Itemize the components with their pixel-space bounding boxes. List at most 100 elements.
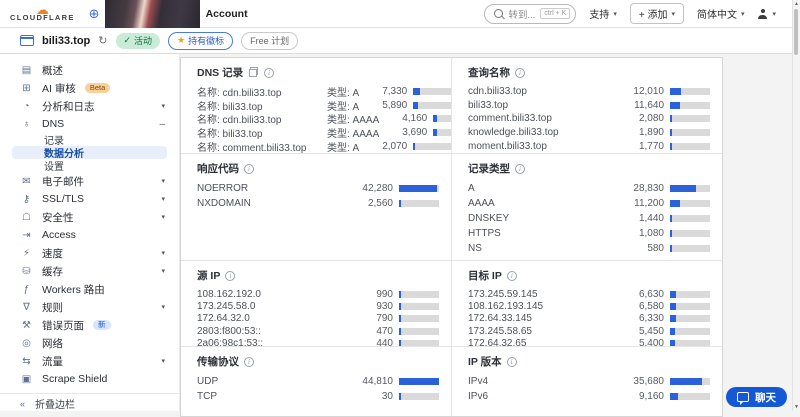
- browser-window-icon: [20, 35, 34, 46]
- plan-badge-label: Free 计划: [250, 36, 290, 46]
- metric-label: 108.162.192.0: [197, 288, 261, 300]
- metric-bar: [399, 200, 439, 207]
- info-icon[interactable]: i: [506, 270, 517, 281]
- sidebar-item-security[interactable]: ☖ 安全性 ▾: [0, 208, 179, 226]
- sidebar-item-dns[interactable]: ♁ DNS –: [0, 115, 179, 133]
- metric-bar-fill: [670, 290, 676, 298]
- metric-label: TCP: [197, 391, 217, 402]
- collapse-sidebar-button[interactable]: « 折叠边栏: [0, 393, 179, 411]
- sidebar-item-network[interactable]: ◎ 网络: [0, 334, 179, 352]
- metric-label: 172.64.33.145: [468, 313, 532, 325]
- sidebar-item-dns-analytics[interactable]: 数据分析: [12, 146, 167, 160]
- top-bar: ☁ CLOUDFLARE ⊕ Account 转到... ctrl + K 支持…: [0, 0, 800, 28]
- chevron-down-icon: ▾: [161, 103, 165, 110]
- sidebar-item-workers-routes[interactable]: ƒ Workers 路由: [0, 280, 179, 298]
- metric-bar-fill: [670, 215, 672, 222]
- metric-bar-fill: [670, 315, 676, 323]
- add-button[interactable]: + 添加 ▾: [629, 3, 684, 24]
- metric-value: 11,640: [634, 99, 664, 111]
- sidebar-item-email[interactable]: ✉ 电子邮件 ▾: [0, 172, 179, 190]
- metric-bar-fill: [413, 142, 416, 150]
- metric-value: 28,830: [633, 183, 664, 194]
- metric-row: 108.162.192.0 990: [197, 288, 439, 300]
- search-input[interactable]: 转到... ctrl + K: [484, 3, 577, 24]
- metric-label: 172.64.32.0: [197, 313, 250, 325]
- info-icon[interactable]: i: [515, 163, 525, 174]
- user-menu[interactable]: ▾: [757, 8, 776, 19]
- metric-value: 5,890: [382, 99, 408, 111]
- support-menu[interactable]: 支持 ▾: [589, 6, 617, 21]
- metric-bar: [670, 393, 710, 400]
- star-badge-label: 持有徽标: [188, 36, 225, 46]
- metric-bar-fill: [670, 245, 672, 252]
- sidebar-item-label: 速度: [42, 247, 63, 260]
- metric-bar-fill: [399, 315, 401, 323]
- sidebar-item-dns-records[interactable]: 记录: [0, 133, 179, 147]
- panel-title: IP 版本: [468, 356, 502, 368]
- metric-row: NXDOMAIN 2,560: [197, 196, 439, 211]
- metric-label: bili33.top: [468, 99, 509, 111]
- info-icon[interactable]: i: [225, 270, 236, 281]
- metric-value: 44,810: [362, 376, 393, 387]
- metric-bar: [399, 378, 439, 385]
- scrollbar-down-arrow[interactable]: ▼: [793, 404, 800, 410]
- sidebar-item-analytics-logs[interactable]: ◔ 分析和日志 ▾: [0, 97, 179, 115]
- chat-button[interactable]: 聊天: [726, 387, 787, 407]
- cloudflare-logo[interactable]: ☁ CLOUDFLARE: [10, 3, 75, 22]
- chevron-down-icon: ▾: [161, 178, 165, 185]
- ssl-icon: ⚷: [22, 193, 31, 205]
- sidebar-item-dns-settings[interactable]: 设置: [0, 159, 179, 173]
- sidebar-item-rules[interactable]: ∇ 规则 ▾: [0, 298, 179, 316]
- metric-label: comment.bili33.top: [468, 113, 552, 125]
- copy-icon[interactable]: [248, 67, 259, 78]
- dns-icon: ♁: [22, 118, 31, 130]
- error-pages-icon: ⚒: [22, 319, 31, 331]
- sidebar-item-traffic[interactable]: ⇆ 流量 ▾: [0, 352, 179, 370]
- search-placeholder: 转到...: [508, 9, 536, 21]
- info-icon[interactable]: i: [506, 356, 517, 367]
- panel-header: IP 版本 i: [468, 355, 710, 368]
- scrollbar-up-arrow[interactable]: ▲: [793, 1, 800, 7]
- sidebar-item-access[interactable]: ⇥ Access: [0, 226, 179, 244]
- sidebar-item-label: Access: [42, 229, 76, 241]
- zone-name[interactable]: bili33.top: [42, 35, 90, 47]
- info-icon[interactable]: i: [515, 67, 525, 78]
- page-scrollbar[interactable]: ▲ ▼: [792, 0, 800, 411]
- sidebar-item-error-pages[interactable]: ⚒ 错误页面新: [0, 316, 179, 334]
- metric-bar: [670, 185, 710, 192]
- sidebar-item-caching[interactable]: ⛁ 缓存 ▾: [0, 262, 179, 280]
- panel-transport-protocol: 传输协议 i UDP 44,810 TCP 30: [181, 346, 451, 416]
- metric-bar: [670, 88, 710, 96]
- sidebar-item-speed[interactable]: ⚡ 速度 ▾: [0, 244, 179, 262]
- metric-label: 2a06:98c1:53::: [197, 338, 264, 346]
- metric-row: 名称: bili33.top 类型: AAAA 3,690: [197, 126, 451, 140]
- metric-value: 6,330: [638, 313, 664, 325]
- metric-value: 6,580: [638, 301, 664, 313]
- metric-label: IPv4: [468, 376, 489, 387]
- metric-bar-fill: [670, 340, 675, 346]
- language-menu[interactable]: 简体中文 ▾: [697, 6, 745, 21]
- panel-title: 查询名称: [468, 67, 510, 79]
- panel-header: DNS 记录 i: [197, 66, 439, 79]
- sidebar-item-scrape-shield[interactable]: ▣ Scrape Shield: [0, 370, 179, 388]
- metric-value: 35,680: [633, 376, 664, 387]
- info-icon[interactable]: i: [264, 67, 275, 78]
- scrollbar-thumb[interactable]: [794, 9, 798, 55]
- info-icon[interactable]: i: [244, 163, 254, 174]
- sidebar-item-ai-audit[interactable]: ⊞ AI 审核 Beta: [0, 79, 179, 97]
- chevron-down-icon: ▾: [671, 10, 675, 18]
- metric-row: 173.245.59.145 6,630: [468, 288, 710, 300]
- sidebar-item-label: 设置: [44, 162, 64, 173]
- panel-destination-ip: 目标 IP i 173.245.59.145 6,630 108.162.193.145…: [451, 260, 722, 346]
- refresh-icon[interactable]: ↻: [98, 34, 107, 47]
- sidebar-item-ssl-tls[interactable]: ⚷ SSL/TLS ▾: [0, 190, 179, 208]
- panel-title: 源 IP: [197, 270, 221, 282]
- chevron-down-icon: ▾: [161, 358, 165, 365]
- info-icon[interactable]: i: [244, 356, 254, 367]
- overview-icon: ▤: [21, 64, 32, 76]
- metric-label: 173.245.58.65: [468, 325, 532, 337]
- metric-bar-fill: [399, 185, 437, 192]
- star-badge: ★ 持有徽标: [168, 31, 234, 50]
- sidebar-item-overview[interactable]: ▤ 概述: [0, 61, 179, 79]
- metric-row: 名称: comment.bili33.top 类型: A 2,070: [197, 139, 451, 153]
